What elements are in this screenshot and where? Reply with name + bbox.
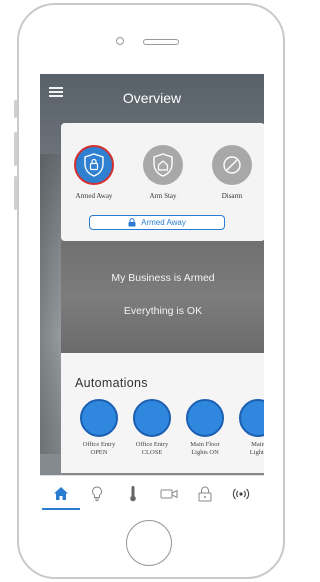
shield-home-icon — [143, 145, 183, 185]
thermometer-icon — [130, 486, 136, 502]
nav-lights[interactable] — [79, 476, 115, 510]
nav-sensors[interactable] — [223, 476, 259, 510]
status-panel: My Business is Armed Everything is OK — [61, 241, 264, 353]
ok-status-text: Everything is OK — [123, 305, 203, 317]
front-camera — [116, 37, 124, 45]
automation-button-icon — [186, 399, 224, 437]
nav-home[interactable] — [43, 476, 79, 510]
armed-away-label: Armed Away — [75, 192, 113, 200]
home-button[interactable] — [126, 520, 172, 566]
bulb-icon — [92, 485, 102, 501]
security-mode-card: Armed Away Arm Stay Disarm Armed Away — [61, 123, 264, 241]
nav-cameras[interactable] — [151, 476, 187, 510]
home-icon — [54, 487, 68, 500]
automation-label-line1: Office Entry — [82, 441, 116, 448]
volume-up-button — [14, 132, 17, 166]
arm-stay-button[interactable]: Arm Stay — [133, 145, 193, 200]
disarm-icon — [212, 145, 252, 185]
automation-label-line1: Main — [251, 441, 264, 448]
automation-button-icon — [239, 399, 264, 437]
lock-icon — [198, 486, 212, 501]
mute-switch — [14, 100, 17, 118]
disarm-label: Disarm — [221, 192, 243, 200]
automations-title: Automations — [75, 376, 148, 390]
automation-main-floor-lights-on[interactable]: Main Floor Lights ON — [180, 399, 230, 457]
current-status-text: Armed Away — [141, 218, 186, 227]
app-screen: Overview Armed Away Arm Stay Disarm Arme… — [40, 74, 264, 510]
bottom-nav — [40, 475, 264, 510]
automation-label-line1: Main Floor — [190, 441, 220, 448]
automation-button-icon — [133, 399, 171, 437]
active-tab-indicator — [42, 508, 80, 510]
page-title: Overview — [122, 90, 182, 106]
nav-thermostat[interactable] — [115, 476, 151, 510]
shield-lock-icon — [74, 145, 114, 185]
camera-icon — [160, 489, 178, 498]
earpiece-speaker — [143, 39, 179, 45]
automation-button-icon — [80, 399, 118, 437]
automation-label-line2: OPEN — [90, 449, 108, 456]
automation-office-entry-open[interactable]: Office Entry OPEN — [74, 399, 124, 457]
automation-main-lights[interactable]: MainLights — [233, 399, 264, 457]
automation-label-line1: Office Entry — [135, 441, 169, 448]
armed-away-button[interactable]: Armed Away — [64, 145, 124, 200]
arm-stay-label: Arm Stay — [149, 192, 177, 200]
armed-status-text: My Business is Armed — [111, 272, 215, 284]
automation-office-entry-close[interactable]: Office Entry CLOSE — [127, 399, 177, 457]
automation-label-line2: Lights — [249, 449, 264, 456]
lock-icon — [128, 218, 136, 227]
disarm-button[interactable]: Disarm — [202, 145, 262, 200]
volume-down-button — [14, 176, 17, 210]
nav-locks[interactable] — [187, 476, 223, 510]
automation-label-line2: CLOSE — [141, 449, 163, 456]
signal-icon — [232, 488, 250, 499]
automations-panel: Automations Office Entry OPEN Office Entr… — [61, 353, 264, 473]
current-status-pill: Armed Away — [89, 215, 225, 230]
automation-label-line2: Lights ON — [191, 449, 219, 456]
